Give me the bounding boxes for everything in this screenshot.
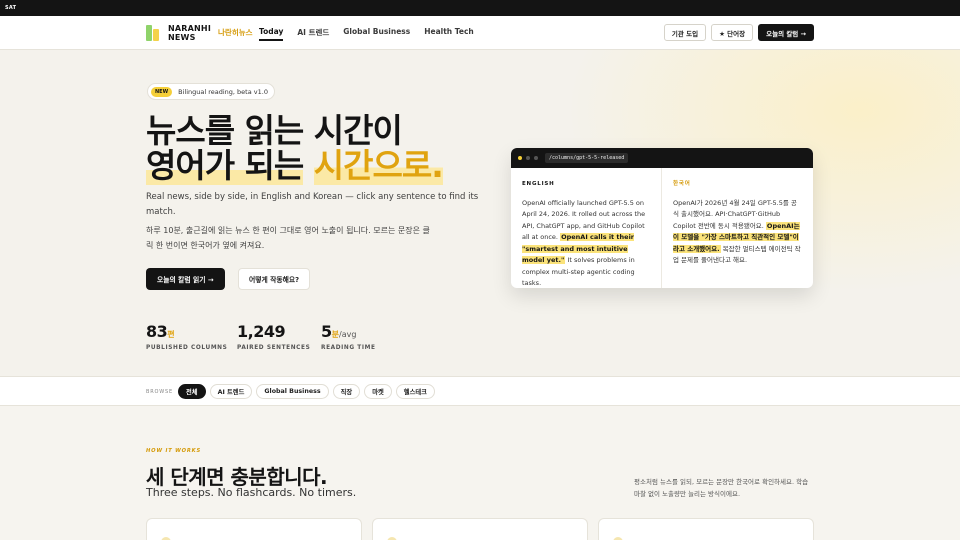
hero-title-line1: 뉴스를 읽는 시간이 — [146, 111, 403, 150]
read-today-button[interactable]: 오늘의 칼럼 읽기 → — [146, 268, 225, 290]
hero-section: NEW Bilingual reading, beta v1.0 뉴스를 읽는 … — [0, 50, 960, 376]
how-it-works-section: HOW IT WORKS 세 단계면 충분합니다. Three steps. N… — [0, 406, 960, 540]
site-header: NARANHI NEWS 나란히뉴스 Today AI 트렌드 Global Bu… — [0, 16, 960, 50]
nav-link-ai-trend[interactable]: AI 트렌드 — [297, 27, 329, 41]
window-dot-icon — [526, 156, 530, 160]
how-title-en: Three steps. No flashcards. No timers. — [146, 486, 357, 499]
bilingual-preview-card: /columns/gpt-5-5-released ENGLISH OpenAI… — [511, 148, 813, 288]
system-day-label: SAT — [5, 5, 17, 11]
window-dot-icon — [518, 156, 522, 160]
org-adoption-button[interactable]: 기관 도입 — [663, 24, 707, 41]
header-actions: 기관 도입 ★ 단어장 오늘의 칼럼 → — [663, 24, 814, 41]
stat-columns: 83편 PUBLISHED COLUMNS — [146, 322, 228, 351]
english-column: ENGLISH OpenAI officially launched GPT-5… — [511, 168, 662, 288]
chip-health-tech[interactable]: 헬스테크 — [395, 384, 435, 399]
chip-market[interactable]: 마켓 — [364, 384, 392, 399]
chip-global-business[interactable]: Global Business — [256, 384, 329, 399]
nav-link-today[interactable]: Today — [259, 27, 284, 41]
step-card — [598, 518, 814, 540]
vocab-button[interactable]: ★ 단어장 — [711, 24, 754, 41]
stat-sentences: 1,249 PAIRED SENTENCES — [237, 322, 311, 351]
hero-title-highlight: 시간으로. — [313, 146, 444, 185]
chip-work[interactable]: 직장 — [332, 384, 361, 399]
step-card — [372, 518, 588, 540]
english-heading: ENGLISH — [522, 181, 555, 187]
chip-all[interactable]: 전체 — [178, 384, 206, 399]
card-titlebar: /columns/gpt-5-5-released — [511, 148, 813, 168]
browse-label: BROWSE — [146, 389, 173, 395]
window-dot-icon — [534, 156, 538, 160]
hero-subtitle-ko: 하루 10분, 출근길에 읽는 뉴스 한 편이 그대로 영어 노출이 됩니다. … — [146, 226, 430, 250]
how-eyebrow: HOW IT WORKS — [146, 448, 202, 454]
today-column-button[interactable]: 오늘의 칼럼 → — [758, 24, 814, 41]
stat-reading-time: 5분/avg READING TIME — [321, 322, 376, 351]
logo-mark-icon — [146, 23, 162, 42]
beta-badge: NEW Bilingual reading, beta v1.0 — [147, 83, 275, 100]
chip-ai-trend[interactable]: AI 트렌드 — [209, 384, 253, 399]
nav-link-global-business[interactable]: Global Business — [343, 27, 410, 41]
korean-column: 한국어 OpenAI가 2026년 4월 24일 GPT-5.5를 공식 출시했… — [662, 168, 813, 288]
new-tag: NEW — [151, 86, 173, 97]
how-description: 평소처럼 뉴스를 읽되, 모르는 문장만 한국어로 확인하세요. 학습 마찰 없… — [634, 478, 809, 498]
category-chips: 전체 AI 트렌드 Global Business 직장 마켓 헬스테크 — [178, 384, 435, 399]
logo-wordmark: NARANHI NEWS — [168, 23, 212, 42]
system-top-bar: SAT — [0, 0, 960, 16]
main-nav: Today AI 트렌드 Global Business Health Tech — [259, 27, 474, 41]
logo[interactable]: NARANHI NEWS 나란히뉴스 — [146, 23, 253, 42]
hero-subtitle-en: Real news, side by side, in English and … — [146, 192, 479, 217]
badge-text: Bilingual reading, beta v1.0 — [178, 87, 268, 96]
korean-heading: 한국어 — [673, 181, 691, 187]
browse-bar: BROWSE 전체 AI 트렌드 Global Business 직장 마켓 헬… — [0, 376, 960, 406]
nav-link-health-tech[interactable]: Health Tech — [424, 27, 474, 41]
card-url: /columns/gpt-5-5-released — [545, 153, 629, 163]
how-it-works-button[interactable]: 어떻게 작동해요? — [238, 268, 311, 290]
hero-title: 뉴스를 읽는 시간이 영어가 되는 시간으로. — [146, 111, 444, 185]
hero-title-line2a: 영어가 되는 — [146, 146, 304, 185]
logo-korean: 나란히뉴스 — [218, 28, 253, 37]
step-card — [146, 518, 362, 540]
